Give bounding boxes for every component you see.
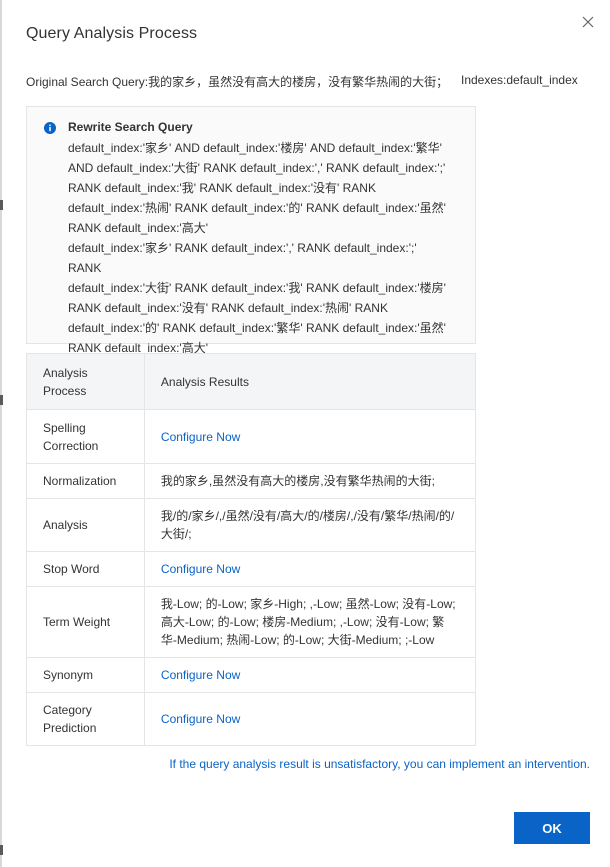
table-row: Synonym Configure Now	[26, 657, 477, 693]
rewrite-query-box: Rewrite Search Query default_index:'家乡' …	[26, 106, 476, 355]
row-process-synonym: Synonym	[26, 657, 145, 693]
header-analysis-results: Analysis Results	[143, 353, 477, 410]
table-row: Spelling Correction Configure Now	[26, 409, 477, 464]
row-process-spelling-correction: Spelling Correction	[26, 409, 145, 464]
row-result-analysis: 我/的/家乡/,/虽然/没有/高大/的/楼房/,/没有/繁华/热闹/的/大街/;	[143, 498, 477, 552]
rewrite-title: Rewrite Search Query	[68, 120, 193, 134]
table-row: Term Weight 我-Low; 的-Low; 家乡-High; ,-Low…	[26, 586, 477, 658]
edge-marker	[0, 200, 3, 210]
original-query-label: Original Search Query:	[26, 75, 149, 89]
indexes-info: Indexes:default_index	[461, 73, 578, 87]
edge-marker	[0, 845, 3, 855]
configure-now-stop-word-link[interactable]: Configure Now	[161, 562, 240, 576]
page-left-edge	[0, 0, 3, 867]
indexes-value: default_index	[506, 73, 578, 87]
row-result-normalization: 我的家乡,虽然没有高大的楼房,没有繁华热闹的大街;	[143, 463, 477, 499]
row-process-category-prediction: Category Prediction	[26, 692, 145, 746]
row-process-normalization: Normalization	[26, 463, 145, 499]
query-analysis-dialog: Query Analysis Process Original Search Q…	[0, 0, 610, 867]
row-result-term-weight: 我-Low; 的-Low; 家乡-High; ,-Low; 虽然-Low; 没有…	[143, 586, 477, 658]
intervention-link[interactable]: If the query analysis result is unsatisf…	[169, 757, 590, 771]
configure-now-category-link[interactable]: Configure Now	[161, 712, 240, 726]
original-query-value: 我的家乡，虽然没有高大的楼房，没有繁华热闹的大街；	[148, 75, 449, 89]
configure-now-synonym-link[interactable]: Configure Now	[161, 668, 240, 682]
analysis-table: Analysis Process Analysis Results Spelli…	[26, 353, 477, 746]
table-row: Stop Word Configure Now	[26, 551, 477, 587]
indexes-label: Indexes:	[461, 73, 507, 87]
row-process-stop-word: Stop Word	[26, 551, 145, 587]
table-row: Category Prediction Configure Now	[26, 692, 477, 746]
ok-button[interactable]: OK	[514, 812, 590, 844]
rewrite-query-text: default_index:'家乡' AND default_index:'楼房…	[68, 141, 446, 355]
edge-marker	[0, 395, 3, 405]
table-row: Analysis 我/的/家乡/,/虽然/没有/高大/的/楼房/,/没有/繁华/…	[26, 498, 477, 552]
row-process-term-weight: Term Weight	[26, 586, 145, 658]
dialog-title: Query Analysis Process	[26, 25, 198, 42]
original-query-line: Original Search Query:我的家乡，虽然没有高大的楼房，没有繁…	[26, 73, 586, 90]
header-analysis-process: Analysis Process	[26, 353, 145, 410]
info-icon	[44, 122, 56, 134]
configure-now-spelling-link[interactable]: Configure Now	[161, 430, 240, 444]
table-row: Normalization 我的家乡,虽然没有高大的楼房,没有繁华热闹的大街;	[26, 463, 477, 499]
row-process-analysis: Analysis	[26, 498, 145, 552]
table-header-row: Analysis Process Analysis Results	[26, 353, 477, 410]
close-icon[interactable]	[580, 14, 596, 30]
